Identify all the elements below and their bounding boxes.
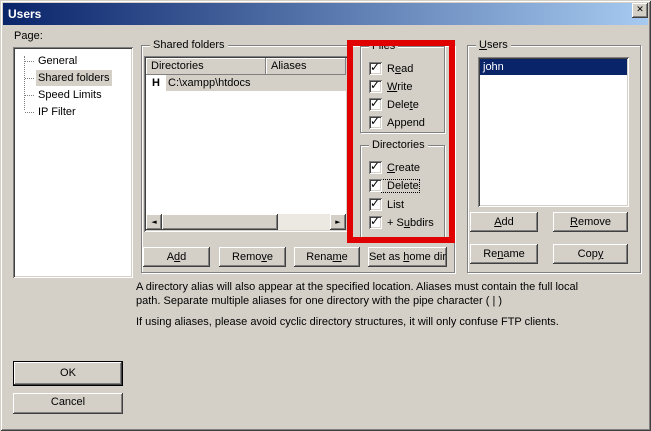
delete-label: Delete — [382, 99, 419, 111]
close-button[interactable]: ✕ — [632, 3, 648, 18]
folder-rename-button[interactable]: Rename — [294, 247, 360, 267]
dirs-list-row: ✓ List — [369, 197, 404, 212]
check-icon: ✓ — [370, 96, 380, 111]
check-icon: ✓ — [370, 78, 380, 93]
scroll-right-button[interactable]: ► — [330, 214, 346, 230]
delete-checkbox[interactable]: ✓ — [369, 98, 382, 111]
user-copy-button[interactable]: Copy — [553, 244, 628, 264]
cyclic-note: If using aliases, please avoid cyclic di… — [136, 315, 651, 329]
create-checkbox[interactable]: ✓ — [369, 161, 382, 174]
page-item-shared-folders[interactable]: Shared folders — [15, 70, 131, 87]
append-label: Append — [382, 117, 425, 129]
write-checkbox[interactable]: ✓ — [369, 80, 382, 93]
alias-note: A directory alias will also appear at th… — [136, 280, 651, 308]
files-permissions-group: Files ✓ Read ✓ Write ✓ Delete ✓ Append — [360, 46, 445, 133]
users-group-label: Users — [476, 38, 511, 52]
directories-permissions-group: Directories ✓ Create ✓ Delete ✓ List ✓ +… — [360, 145, 445, 238]
user-rename-button[interactable]: Rename — [470, 244, 538, 264]
scroll-left-button[interactable]: ◄ — [146, 214, 162, 230]
dirs-delete-row: ✓ Delete — [369, 178, 419, 193]
files-group-label: Files — [369, 39, 398, 53]
check-icon: ✓ — [370, 214, 380, 229]
page-tree: General Shared folders Speed Limits IP F… — [13, 47, 133, 278]
read-checkbox[interactable]: ✓ — [369, 62, 382, 75]
check-icon: ✓ — [370, 60, 380, 75]
list-label: List — [382, 199, 404, 211]
subdirs-label: + Subdirs — [382, 217, 434, 229]
dirs-subdirs-row: ✓ + Subdirs — [369, 215, 434, 230]
shared-folders-list[interactable]: Directories Aliases H C:\xampp\htdocs ◄ … — [144, 56, 348, 232]
page-tree-inner: General Shared folders Speed Limits IP F… — [15, 49, 131, 276]
list-checkbox[interactable]: ✓ — [369, 198, 382, 211]
write-label: Write — [382, 81, 412, 93]
files-append-row: ✓ Append — [369, 115, 425, 130]
dir-delete-label: Delete — [382, 180, 419, 192]
dir-delete-checkbox[interactable]: ✓ — [369, 179, 382, 192]
cancel-button[interactable]: Cancel — [13, 393, 123, 414]
check-icon: ✓ — [370, 159, 380, 174]
append-checkbox[interactable]: ✓ — [369, 116, 382, 129]
user-add-button[interactable]: Add — [470, 212, 538, 232]
dirs-create-row: ✓ Create — [369, 160, 420, 175]
page-label: Page: — [14, 30, 43, 42]
page-item-speed-limits[interactable]: Speed Limits — [15, 87, 131, 104]
scrollbar-thumb[interactable] — [162, 214, 278, 230]
users-group: Users john — [467, 45, 641, 273]
page-item-general[interactable]: General — [15, 53, 131, 70]
shared-folders-group-label: Shared folders — [150, 38, 228, 52]
user-item-john[interactable]: john — [480, 59, 627, 75]
home-marker: H — [146, 75, 166, 91]
title-bar[interactable]: Users — [3, 3, 648, 25]
create-label: Create — [382, 162, 420, 174]
folder-remove-button[interactable]: Remove — [219, 247, 286, 267]
directory-path: C:\xampp\htdocs — [166, 75, 346, 91]
column-header-directories[interactable]: Directories — [146, 58, 266, 75]
check-icon: ✓ — [370, 114, 380, 129]
ok-button[interactable]: OK — [13, 361, 123, 386]
files-read-row: ✓ Read — [369, 61, 413, 76]
read-label: Read — [382, 63, 413, 75]
page-item-ip-filter[interactable]: IP Filter — [15, 104, 131, 121]
subdirs-checkbox[interactable]: ✓ — [369, 216, 382, 229]
check-icon: ✓ — [370, 177, 380, 192]
directories-group-label: Directories — [369, 138, 428, 152]
users-list[interactable]: john — [478, 57, 629, 207]
window-title: Users — [3, 7, 41, 21]
files-delete-row: ✓ Delete — [369, 97, 419, 112]
folder-add-button[interactable]: Add — [143, 247, 210, 267]
files-write-row: ✓ Write — [369, 79, 412, 94]
set-as-home-dir-button[interactable]: Set as home dir — [368, 247, 447, 267]
users-dialog: Users ✕ Page: General Shared folders Spe… — [0, 0, 651, 431]
shared-folder-row[interactable]: H C:\xampp\htdocs — [146, 75, 346, 91]
check-icon: ✓ — [370, 196, 380, 211]
scroll-right-icon: ► — [335, 218, 340, 226]
close-icon: ✕ — [636, 5, 644, 15]
horizontal-scrollbar[interactable]: ◄ ► — [146, 214, 346, 230]
column-header-aliases[interactable]: Aliases — [266, 58, 346, 75]
user-remove-button[interactable]: Remove — [553, 212, 628, 232]
scroll-left-icon: ◄ — [151, 218, 156, 226]
